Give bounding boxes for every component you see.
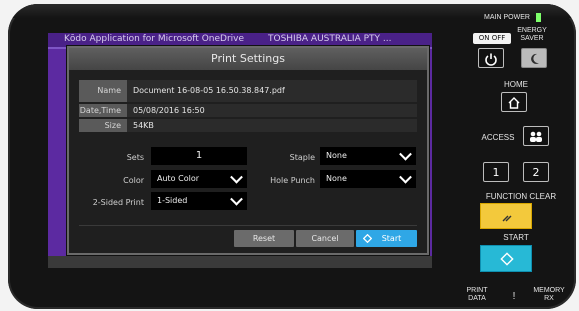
start-button-label: Start xyxy=(381,234,402,243)
print-data-label: PRINT DATA xyxy=(466,287,488,302)
home-icon xyxy=(508,97,520,109)
info-label-size: Size xyxy=(79,119,127,132)
color-select-value: Auto Color xyxy=(157,174,200,183)
energy-saver-button[interactable] xyxy=(521,48,547,68)
two-sided-select-value: 1-Sided xyxy=(157,196,188,205)
chevron-down-icon xyxy=(230,170,243,184)
function-clear-label: FUNCTION CLEAR xyxy=(485,192,557,201)
screen-topbar: Kōdo Application for Microsoft OneDrive … xyxy=(48,33,432,47)
hole-punch-label: Hole Punch xyxy=(270,176,315,185)
start-hardware-button[interactable] xyxy=(480,245,532,272)
dialog-separator xyxy=(79,225,417,226)
two-sided-select[interactable]: 1-Sided xyxy=(151,192,247,210)
info-value-size: 54KB xyxy=(127,119,417,132)
print-settings-dialog: Print Settings Name Document 16-08-05 16… xyxy=(67,46,429,255)
start-diamond-icon xyxy=(500,252,514,266)
staple-select[interactable]: None xyxy=(320,147,416,165)
hole-punch-select[interactable]: None xyxy=(320,170,416,188)
sets-input[interactable]: 1 xyxy=(151,147,247,165)
account-title: TOSHIBA AUSTRALIA PTY ... xyxy=(268,34,392,44)
info-value-datetime: 05/08/2016 16:50 xyxy=(127,104,417,117)
info-row-size: Size 54KB xyxy=(79,119,417,132)
power-icon xyxy=(485,53,497,66)
chevron-down-icon xyxy=(230,192,243,206)
home-label: HOME xyxy=(504,80,528,89)
access-button[interactable] xyxy=(523,126,549,146)
info-label-name: Name xyxy=(79,80,127,102)
function-clear-button[interactable] xyxy=(480,203,532,229)
function-key-2[interactable]: 2 xyxy=(523,162,549,182)
function-key-1[interactable]: 1 xyxy=(483,162,509,182)
start-button[interactable]: Start xyxy=(356,230,417,247)
access-label: ACCESS xyxy=(481,133,515,142)
info-label-datetime: Date,Time xyxy=(79,104,127,117)
on-off-label: ON OFF xyxy=(473,33,511,44)
app-title: Kōdo Application for Microsoft OneDrive xyxy=(64,34,245,44)
home-button[interactable] xyxy=(501,92,527,112)
alert-indicator: ! xyxy=(512,291,516,302)
chevron-down-icon xyxy=(399,147,412,161)
sets-label: Sets xyxy=(126,153,144,162)
dialog-title: Print Settings xyxy=(69,48,427,70)
staple-label: Staple xyxy=(289,153,315,162)
info-value-name: Document 16-08-05 16.50.38.847.pdf xyxy=(127,80,417,102)
reset-button[interactable]: Reset xyxy=(234,230,294,247)
main-power-led xyxy=(536,13,541,22)
start-diamond-icon xyxy=(363,234,372,243)
staple-select-value: None xyxy=(326,151,347,160)
two-sided-label: 2-Sided Print xyxy=(92,198,144,207)
screen-bottom-bar xyxy=(48,256,432,268)
energy-saver-label: ENERGY SAVER xyxy=(517,27,547,42)
main-power-label: MAIN POWER xyxy=(484,14,530,21)
power-button[interactable] xyxy=(478,48,504,68)
memory-rx-label: MEMORY RX xyxy=(533,287,565,302)
function-clear-slash-icon xyxy=(502,215,512,222)
cancel-button[interactable]: Cancel xyxy=(296,230,354,247)
moon-icon xyxy=(531,53,539,64)
hole-punch-select-value: None xyxy=(326,174,347,183)
color-select[interactable]: Auto Color xyxy=(151,170,247,188)
chevron-down-icon xyxy=(399,170,412,184)
start-label: START xyxy=(503,233,529,242)
info-row-name: Name Document 16-08-05 16.50.38.847.pdf xyxy=(79,80,417,102)
access-user-icon xyxy=(530,131,542,142)
info-row-datetime: Date,Time 05/08/2016 16:50 xyxy=(79,104,417,117)
color-label: Color xyxy=(123,176,144,185)
